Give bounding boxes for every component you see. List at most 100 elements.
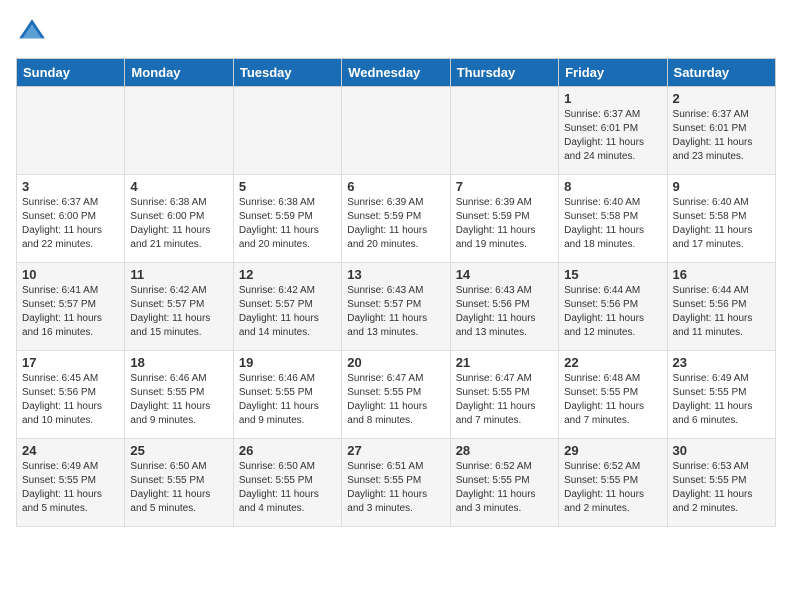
day-info: Sunrise: 6:39 AM Sunset: 5:59 PM Dayligh… — [347, 196, 444, 252]
calendar-cell — [233, 87, 341, 175]
calendar-cell: 22 Sunrise: 6:48 AM Sunset: 5:55 PM Dayli… — [559, 351, 667, 439]
day-number: 22 — [564, 355, 661, 370]
day-number: 20 — [347, 355, 444, 370]
col-header-monday: Monday — [125, 59, 233, 87]
day-info: Sunrise: 6:42 AM Sunset: 5:57 PM Dayligh… — [130, 284, 227, 340]
calendar-week-row: 1 Sunrise: 6:37 AM Sunset: 6:01 PM Daylig… — [17, 87, 776, 175]
day-info: Sunrise: 6:46 AM Sunset: 5:55 PM Dayligh… — [239, 372, 336, 428]
calendar-week-row: 24 Sunrise: 6:49 AM Sunset: 5:55 PM Dayli… — [17, 439, 776, 527]
day-info: Sunrise: 6:40 AM Sunset: 5:58 PM Dayligh… — [564, 196, 661, 252]
day-info: Sunrise: 6:38 AM Sunset: 6:00 PM Dayligh… — [130, 196, 227, 252]
calendar-cell: 26 Sunrise: 6:50 AM Sunset: 5:55 PM Dayli… — [233, 439, 341, 527]
day-number: 28 — [456, 443, 553, 458]
day-info: Sunrise: 6:49 AM Sunset: 5:55 PM Dayligh… — [673, 372, 770, 428]
day-number: 29 — [564, 443, 661, 458]
day-number: 26 — [239, 443, 336, 458]
day-info: Sunrise: 6:47 AM Sunset: 5:55 PM Dayligh… — [347, 372, 444, 428]
day-number: 21 — [456, 355, 553, 370]
calendar-cell: 9Sunrise: 6:40 AM Sunset: 5:58 PM Daylig… — [667, 175, 775, 263]
day-info: Sunrise: 6:47 AM Sunset: 5:55 PM Dayligh… — [456, 372, 553, 428]
calendar-cell: 11 Sunrise: 6:42 AM Sunset: 5:57 PM Dayli… — [125, 263, 233, 351]
day-info: Sunrise: 6:45 AM Sunset: 5:56 PM Dayligh… — [22, 372, 119, 428]
calendar-week-row: 17 Sunrise: 6:45 AM Sunset: 5:56 PM Dayli… — [17, 351, 776, 439]
day-number: 5 — [239, 179, 336, 194]
calendar-cell: 23 Sunrise: 6:49 AM Sunset: 5:55 PM Dayli… — [667, 351, 775, 439]
calendar-cell: 24 Sunrise: 6:49 AM Sunset: 5:55 PM Dayli… — [17, 439, 125, 527]
day-number: 14 — [456, 267, 553, 282]
calendar-cell: 30 Sunrise: 6:53 AM Sunset: 5:55 PM Dayli… — [667, 439, 775, 527]
col-header-wednesday: Wednesday — [342, 59, 450, 87]
day-number: 1 — [564, 91, 661, 106]
calendar-cell: 1 Sunrise: 6:37 AM Sunset: 6:01 PM Daylig… — [559, 87, 667, 175]
day-number: 6 — [347, 179, 444, 194]
day-number: 13 — [347, 267, 444, 282]
calendar-cell — [125, 87, 233, 175]
calendar-cell: 21 Sunrise: 6:47 AM Sunset: 5:55 PM Dayli… — [450, 351, 558, 439]
calendar-table: SundayMondayTuesdayWednesdayThursdayFrid… — [16, 58, 776, 527]
calendar-cell: 10 Sunrise: 6:41 AM Sunset: 5:57 PM Dayli… — [17, 263, 125, 351]
day-number: 17 — [22, 355, 119, 370]
calendar-cell: 25 Sunrise: 6:50 AM Sunset: 5:55 PM Dayli… — [125, 439, 233, 527]
day-info: Sunrise: 6:46 AM Sunset: 5:55 PM Dayligh… — [130, 372, 227, 428]
calendar-cell: 18 Sunrise: 6:46 AM Sunset: 5:55 PM Dayli… — [125, 351, 233, 439]
calendar-cell: 29 Sunrise: 6:52 AM Sunset: 5:55 PM Dayli… — [559, 439, 667, 527]
day-number: 19 — [239, 355, 336, 370]
day-number: 18 — [130, 355, 227, 370]
day-number: 25 — [130, 443, 227, 458]
calendar-week-row: 3Sunrise: 6:37 AM Sunset: 6:00 PM Daylig… — [17, 175, 776, 263]
calendar-cell: 14 Sunrise: 6:43 AM Sunset: 5:56 PM Dayli… — [450, 263, 558, 351]
calendar-cell: 20 Sunrise: 6:47 AM Sunset: 5:55 PM Dayli… — [342, 351, 450, 439]
calendar-cell: 6 Sunrise: 6:39 AM Sunset: 5:59 PM Daylig… — [342, 175, 450, 263]
day-info: Sunrise: 6:52 AM Sunset: 5:55 PM Dayligh… — [564, 460, 661, 516]
calendar-cell: 4Sunrise: 6:38 AM Sunset: 6:00 PM Daylig… — [125, 175, 233, 263]
day-info: Sunrise: 6:43 AM Sunset: 5:57 PM Dayligh… — [347, 284, 444, 340]
day-info: Sunrise: 6:44 AM Sunset: 5:56 PM Dayligh… — [673, 284, 770, 340]
col-header-tuesday: Tuesday — [233, 59, 341, 87]
col-header-thursday: Thursday — [450, 59, 558, 87]
day-number: 23 — [673, 355, 770, 370]
logo-icon — [16, 16, 48, 48]
col-header-sunday: Sunday — [17, 59, 125, 87]
logo — [16, 16, 52, 48]
day-number: 24 — [22, 443, 119, 458]
calendar-cell: 27Sunrise: 6:51 AM Sunset: 5:55 PM Dayli… — [342, 439, 450, 527]
calendar-cell: 13 Sunrise: 6:43 AM Sunset: 5:57 PM Dayli… — [342, 263, 450, 351]
day-info: Sunrise: 6:48 AM Sunset: 5:55 PM Dayligh… — [564, 372, 661, 428]
day-number: 30 — [673, 443, 770, 458]
day-number: 7 — [456, 179, 553, 194]
calendar-cell: 8 Sunrise: 6:40 AM Sunset: 5:58 PM Daylig… — [559, 175, 667, 263]
day-info: Sunrise: 6:49 AM Sunset: 5:55 PM Dayligh… — [22, 460, 119, 516]
day-info: Sunrise: 6:37 AM Sunset: 6:01 PM Dayligh… — [673, 108, 770, 164]
day-number: 8 — [564, 179, 661, 194]
day-number: 11 — [130, 267, 227, 282]
day-number: 12 — [239, 267, 336, 282]
day-info: Sunrise: 6:43 AM Sunset: 5:56 PM Dayligh… — [456, 284, 553, 340]
calendar-week-row: 10 Sunrise: 6:41 AM Sunset: 5:57 PM Dayli… — [17, 263, 776, 351]
day-info: Sunrise: 6:41 AM Sunset: 5:57 PM Dayligh… — [22, 284, 119, 340]
calendar-cell: 2Sunrise: 6:37 AM Sunset: 6:01 PM Daylig… — [667, 87, 775, 175]
day-info: Sunrise: 6:50 AM Sunset: 5:55 PM Dayligh… — [239, 460, 336, 516]
calendar-cell: 7Sunrise: 6:39 AM Sunset: 5:59 PM Daylig… — [450, 175, 558, 263]
day-info: Sunrise: 6:50 AM Sunset: 5:55 PM Dayligh… — [130, 460, 227, 516]
day-info: Sunrise: 6:37 AM Sunset: 6:00 PM Dayligh… — [22, 196, 119, 252]
calendar-cell: 19 Sunrise: 6:46 AM Sunset: 5:55 PM Dayli… — [233, 351, 341, 439]
calendar-cell: 12Sunrise: 6:42 AM Sunset: 5:57 PM Dayli… — [233, 263, 341, 351]
calendar-cell: 15Sunrise: 6:44 AM Sunset: 5:56 PM Dayli… — [559, 263, 667, 351]
day-number: 15 — [564, 267, 661, 282]
day-info: Sunrise: 6:38 AM Sunset: 5:59 PM Dayligh… — [239, 196, 336, 252]
day-info: Sunrise: 6:53 AM Sunset: 5:55 PM Dayligh… — [673, 460, 770, 516]
day-info: Sunrise: 6:37 AM Sunset: 6:01 PM Dayligh… — [564, 108, 661, 164]
col-header-saturday: Saturday — [667, 59, 775, 87]
day-info: Sunrise: 6:52 AM Sunset: 5:55 PM Dayligh… — [456, 460, 553, 516]
calendar-cell: 28 Sunrise: 6:52 AM Sunset: 5:55 PM Dayli… — [450, 439, 558, 527]
day-number: 9 — [673, 179, 770, 194]
page-header — [16, 16, 776, 48]
calendar-cell: 16Sunrise: 6:44 AM Sunset: 5:56 PM Dayli… — [667, 263, 775, 351]
calendar-cell — [450, 87, 558, 175]
calendar-cell — [342, 87, 450, 175]
calendar-cell: 17 Sunrise: 6:45 AM Sunset: 5:56 PM Dayli… — [17, 351, 125, 439]
calendar-cell — [17, 87, 125, 175]
calendar-cell: 3Sunrise: 6:37 AM Sunset: 6:00 PM Daylig… — [17, 175, 125, 263]
calendar-cell: 5 Sunrise: 6:38 AM Sunset: 5:59 PM Daylig… — [233, 175, 341, 263]
day-number: 10 — [22, 267, 119, 282]
